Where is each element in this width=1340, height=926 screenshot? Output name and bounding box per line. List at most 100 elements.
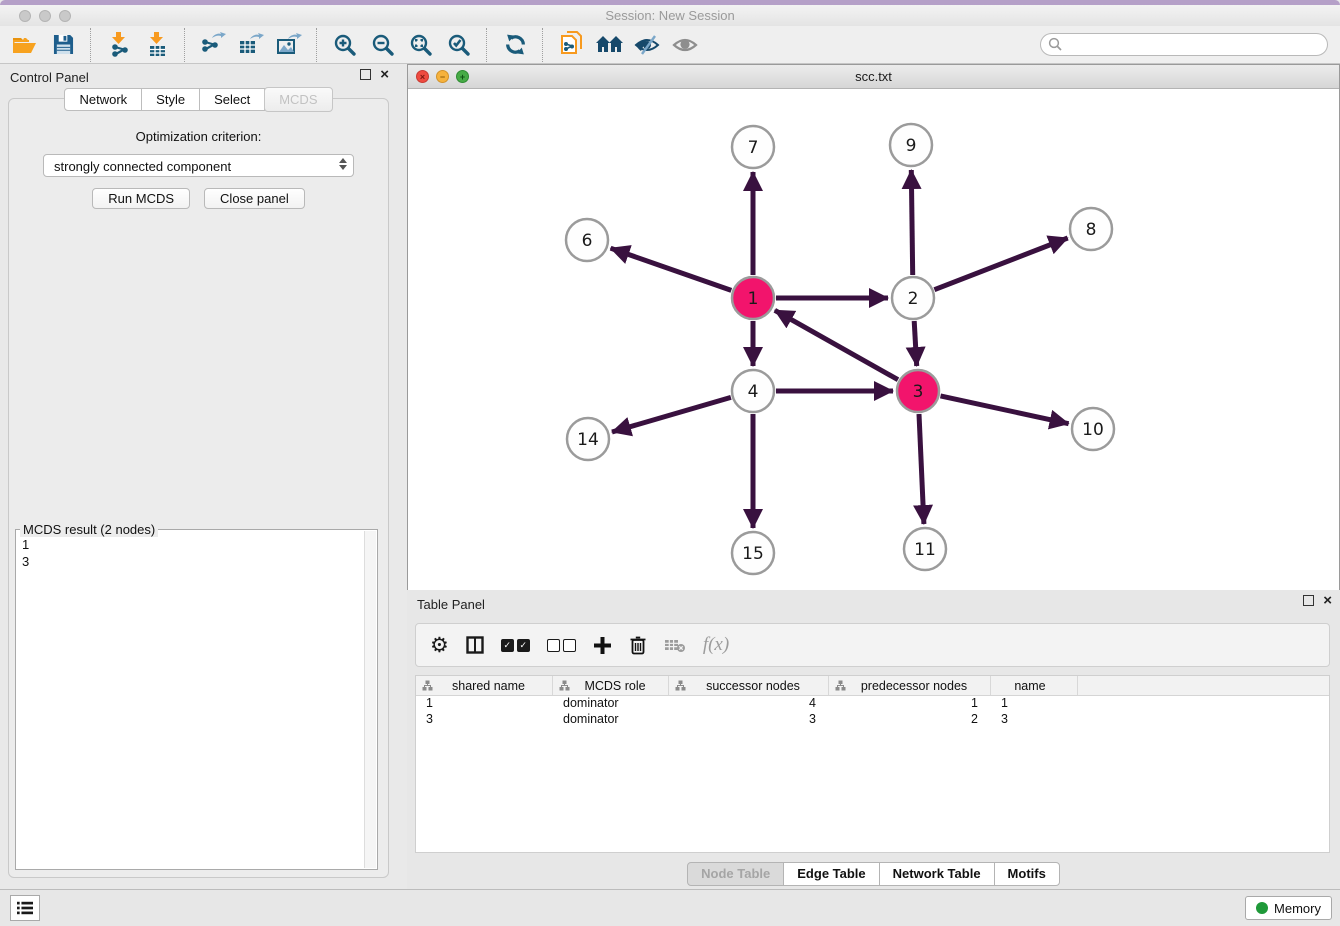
float-panel-icon[interactable]: [360, 69, 371, 80]
toolbar-separator: [486, 28, 488, 62]
column-header-successor-nodes[interactable]: successor nodes: [669, 676, 829, 695]
control-panel-title: Control Panel: [10, 70, 89, 85]
optimization-criterion-label: Optimization criterion:: [9, 129, 388, 144]
show-hide-button[interactable]: [666, 28, 704, 62]
control-panel-tabs: NetworkStyleSelectMCDS: [0, 88, 397, 113]
export-network-button[interactable]: [194, 28, 232, 62]
optimization-criterion-select[interactable]: strongly connected component: [43, 154, 354, 177]
node-label: 9: [906, 136, 917, 156]
toolbar-separator: [90, 28, 92, 62]
node-table: shared nameMCDS rolesuccessor nodesprede…: [415, 675, 1330, 853]
node-14[interactable]: 14: [567, 418, 609, 460]
close-panel-button[interactable]: Close panel: [204, 188, 305, 209]
edge-3-10[interactable]: [941, 396, 1069, 424]
delete-table-button[interactable]: [664, 637, 686, 653]
import-table-button[interactable]: [138, 28, 176, 62]
toolbar-separator: [184, 28, 186, 62]
network-canvas-container: 7 9 6 8 1 2 4 3 14 10 15 11: [408, 89, 1339, 590]
unchecked-box-icon: [547, 639, 560, 652]
node-10[interactable]: 10: [1072, 408, 1114, 450]
node-6[interactable]: 6: [566, 219, 608, 261]
search-input[interactable]: [1040, 33, 1328, 56]
edge-2-3[interactable]: [914, 321, 917, 366]
add-column-button[interactable]: [593, 636, 612, 655]
tab-network-table[interactable]: Network Table: [879, 862, 995, 886]
node-3[interactable]: 3: [897, 370, 939, 412]
deselect-all-button[interactable]: [547, 639, 576, 652]
tab-select[interactable]: Select: [199, 88, 265, 111]
edge-4-14[interactable]: [612, 397, 731, 432]
select-all-button[interactable]: ✓ ✓: [501, 639, 530, 652]
node-9[interactable]: 9: [890, 124, 932, 166]
close-panel-icon[interactable]: ×: [380, 70, 389, 80]
column-header-shared-name[interactable]: shared name: [416, 676, 553, 695]
node-1[interactable]: 1: [732, 277, 774, 319]
import-network-button[interactable]: [100, 28, 138, 62]
node-label: 7: [748, 138, 759, 158]
export-table-icon: [238, 32, 264, 57]
memory-status-icon: [1256, 902, 1268, 914]
float-table-panel-icon[interactable]: [1303, 595, 1314, 606]
edge-2-9[interactable]: [911, 170, 912, 275]
clone-network-button[interactable]: [552, 28, 590, 62]
task-history-button[interactable]: [10, 895, 40, 921]
zoom-out-button[interactable]: [364, 28, 402, 62]
delete-table-icon: [664, 637, 686, 653]
toggle-graphics-details-button[interactable]: [628, 28, 666, 62]
column-header-name[interactable]: name: [991, 676, 1078, 695]
function-builder-button[interactable]: f(x): [703, 634, 729, 656]
save-session-button[interactable]: [44, 28, 82, 62]
node-15[interactable]: 15: [732, 532, 774, 574]
node-7[interactable]: 7: [732, 126, 774, 168]
edge-3-1[interactable]: [775, 310, 898, 379]
tab-node-table[interactable]: Node Table: [687, 862, 784, 886]
table-cell: 3: [669, 712, 829, 728]
node-4[interactable]: 4: [732, 370, 774, 412]
network-title: scc.txt: [408, 69, 1339, 84]
run-mcds-button[interactable]: Run MCDS: [92, 188, 190, 209]
zoom-in-icon: [333, 33, 357, 57]
tab-motifs[interactable]: Motifs: [994, 862, 1060, 886]
hierarchy-icon: [835, 680, 846, 691]
zoom-fit-button[interactable]: [402, 28, 440, 62]
node-2[interactable]: 2: [892, 277, 934, 319]
zoom-in-button[interactable]: [326, 28, 364, 62]
apply-layout-button[interactable]: [496, 28, 534, 62]
show-all-networks-button[interactable]: [590, 28, 628, 62]
edge-3-11[interactable]: [919, 414, 924, 524]
column-header-predecessor-nodes[interactable]: predecessor nodes: [829, 676, 991, 695]
edge-2-8[interactable]: [934, 238, 1067, 290]
tab-edge-table[interactable]: Edge Table: [783, 862, 879, 886]
delete-column-button[interactable]: [629, 635, 647, 655]
close-table-panel-icon[interactable]: ×: [1323, 596, 1332, 606]
node-label: 8: [1086, 220, 1097, 240]
mcds-panel: Optimization criterion: strongly connect…: [8, 98, 389, 878]
table-row[interactable]: 3dominator323: [416, 712, 1329, 728]
network-canvas[interactable]: 7 9 6 8 1 2 4 3 14 10 15 11: [408, 89, 1339, 590]
clone-network-icon: [559, 31, 584, 58]
tab-mcds[interactable]: MCDS: [264, 87, 332, 112]
node-8[interactable]: 8: [1070, 208, 1112, 250]
node-label: 6: [582, 231, 593, 251]
table-cell: dominator: [553, 712, 669, 728]
tab-style[interactable]: Style: [141, 88, 200, 111]
node-11[interactable]: 11: [904, 528, 946, 570]
tab-network[interactable]: Network: [64, 88, 142, 111]
export-image-button[interactable]: [270, 28, 308, 62]
column-header-MCDS-role[interactable]: MCDS role: [553, 676, 669, 695]
mcds-result-scrollbar[interactable]: [364, 531, 376, 868]
mcds-result-text[interactable]: 1 3: [18, 533, 364, 867]
search-box: [1040, 33, 1328, 56]
export-table-button[interactable]: [232, 28, 270, 62]
table-row[interactable]: 1dominator411: [416, 696, 1329, 712]
zoom-selected-button[interactable]: [440, 28, 478, 62]
table-options-button[interactable]: ⚙: [430, 635, 449, 655]
table-cell: 4: [669, 696, 829, 712]
show-column-panel-button[interactable]: [466, 636, 484, 654]
edge-1-6[interactable]: [611, 248, 732, 290]
column-pane-icon: [466, 636, 484, 654]
session-title: Session: New Session: [0, 8, 1340, 23]
open-session-button[interactable]: [6, 28, 44, 62]
node-label: 3: [913, 382, 924, 402]
memory-button[interactable]: Memory: [1245, 896, 1332, 920]
